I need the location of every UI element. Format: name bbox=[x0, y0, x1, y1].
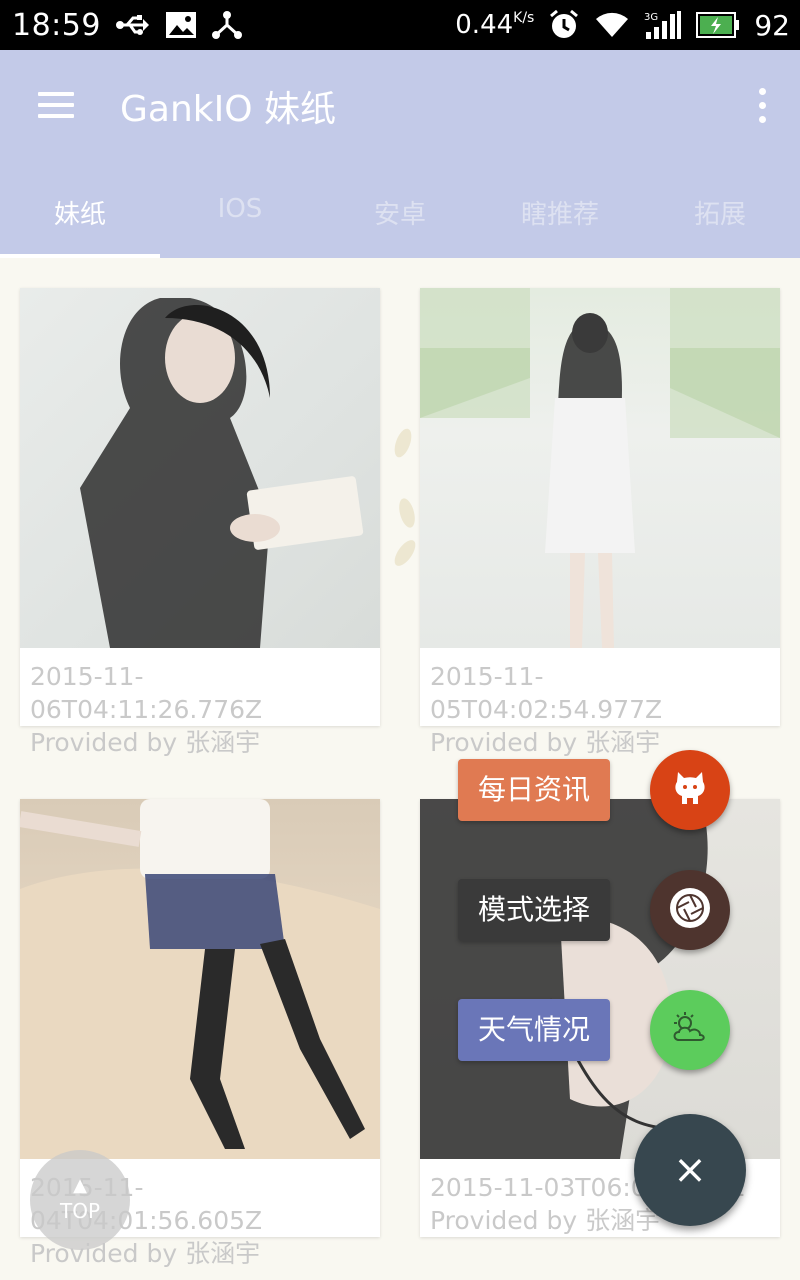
battery-level: 92 bbox=[754, 8, 790, 42]
daily-news-label[interactable]: 每日资讯 bbox=[458, 759, 610, 821]
net-speed-unit: K/s bbox=[513, 10, 535, 26]
tab-bar: 妹纸 IOS 安卓 瞎推荐 拓展 bbox=[0, 180, 800, 258]
photo-image bbox=[20, 799, 380, 1159]
top-label: TOP bbox=[59, 1199, 101, 1223]
status-time: 18:59 bbox=[12, 7, 101, 43]
aperture-icon bbox=[667, 885, 713, 935]
tab-meizhi[interactable]: 妹纸 bbox=[0, 180, 160, 258]
photo-image bbox=[420, 799, 780, 1159]
photo-card[interactable]: 2015-11-05T04:02:54.977Z Provided by 张涵宇 bbox=[420, 288, 780, 757]
wifi-icon bbox=[594, 11, 630, 39]
github-octocat-icon bbox=[670, 768, 710, 812]
close-menu-button[interactable]: × bbox=[634, 1114, 746, 1226]
tab-recommend[interactable]: 瞎推荐 bbox=[480, 180, 640, 258]
daily-news-button[interactable] bbox=[650, 750, 730, 830]
app-title: GankIO 妹纸 bbox=[120, 89, 337, 130]
weather-icon bbox=[669, 1010, 711, 1050]
photo-image bbox=[420, 288, 780, 648]
background-leaf bbox=[390, 536, 420, 570]
net-speed-value: 0.44 bbox=[455, 10, 514, 40]
mode-select-button[interactable] bbox=[650, 870, 730, 950]
status-bar: 18:59 0.44K/s 3G 92 bbox=[0, 0, 800, 50]
tab-android[interactable]: 安卓 bbox=[320, 180, 480, 258]
photo-card[interactable]: 2015-11-06T04:11:26.776Z Provided by 张涵宇 bbox=[20, 288, 380, 757]
photo-image bbox=[20, 288, 380, 648]
battery-charging-icon bbox=[696, 12, 740, 38]
background-leaf bbox=[396, 496, 418, 530]
svg-text:3G: 3G bbox=[644, 12, 658, 23]
photo-caption: 2015-11-05T04:02:54.977Z Provided by 张涵宇 bbox=[430, 662, 663, 757]
weather-button[interactable] bbox=[650, 990, 730, 1070]
hamburger-menu-icon[interactable] bbox=[34, 88, 78, 122]
alarm-icon bbox=[548, 9, 580, 41]
app-bar: GankIO 妹纸 妹纸 IOS 安卓 瞎推荐 拓展 bbox=[0, 50, 800, 258]
signal-3g-icon: 3G bbox=[644, 10, 682, 40]
photo-caption: 2015-11-06T04:11:26.776Z Provided by 张涵宇 bbox=[30, 662, 263, 757]
mode-select-label[interactable]: 模式选择 bbox=[458, 879, 610, 941]
usb-icon bbox=[115, 13, 151, 37]
tab-ios[interactable]: IOS bbox=[160, 180, 320, 258]
net-speed: 0.44K/s bbox=[455, 10, 534, 40]
share-icon bbox=[211, 9, 243, 41]
close-icon: × bbox=[673, 1147, 707, 1193]
background-leaf bbox=[391, 426, 415, 460]
weather-label[interactable]: 天气情况 bbox=[458, 999, 610, 1061]
tab-extension[interactable]: 拓展 bbox=[640, 180, 800, 258]
arrow-up-icon: ▲ bbox=[73, 1175, 87, 1196]
more-vert-icon[interactable] bbox=[750, 86, 774, 126]
scroll-to-top-button[interactable]: ▲ TOP bbox=[30, 1150, 130, 1250]
image-icon bbox=[165, 11, 197, 39]
